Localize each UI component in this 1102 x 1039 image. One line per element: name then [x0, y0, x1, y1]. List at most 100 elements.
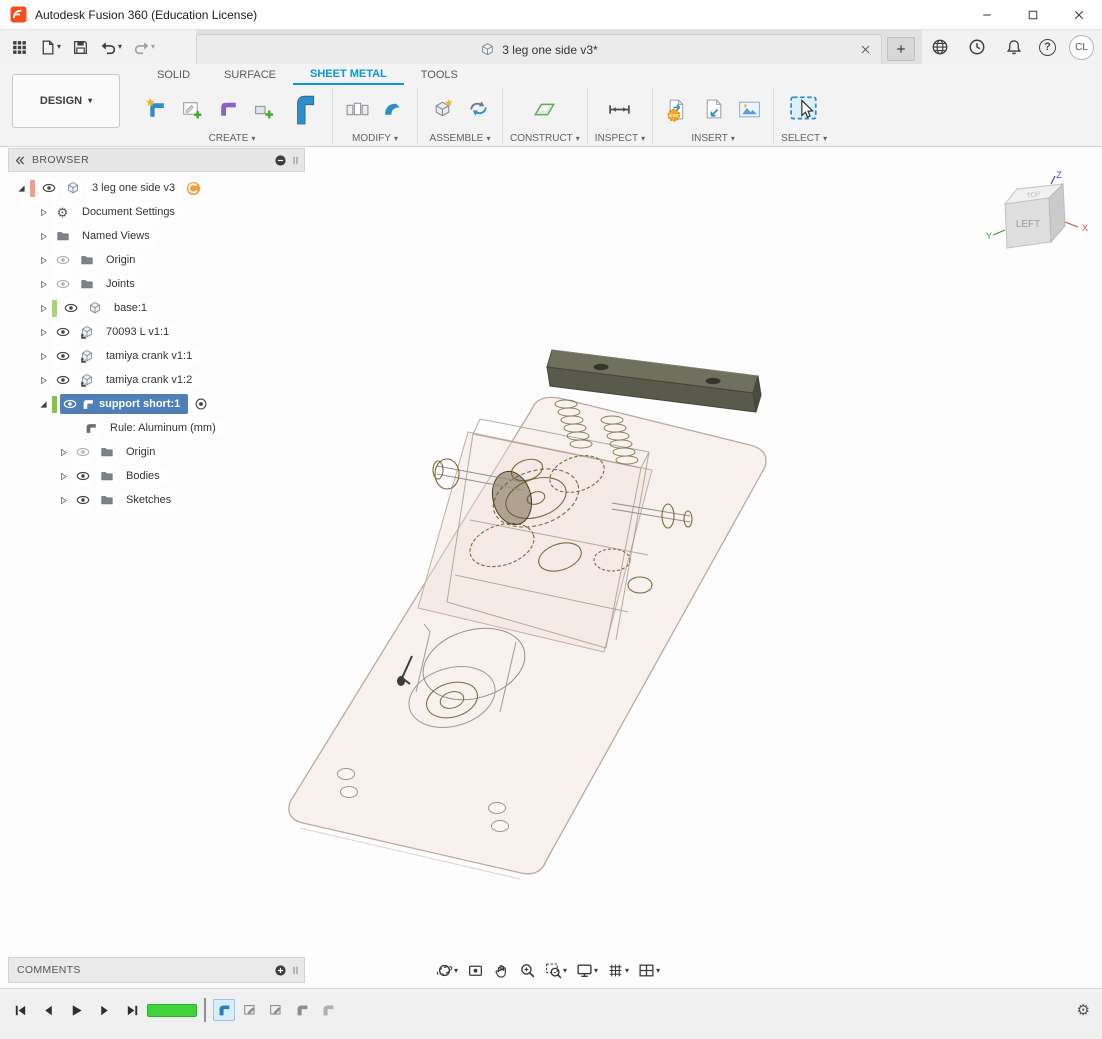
group-label-insert[interactable]: INSERT▾	[691, 133, 735, 144]
play-button[interactable]	[66, 1000, 86, 1020]
expand-arrow-icon[interactable]	[58, 495, 69, 506]
browser-item-origin-sub[interactable]: Origin	[8, 440, 222, 464]
expand-arrow-icon[interactable]	[58, 447, 69, 458]
visibility-toggle[interactable]	[72, 491, 93, 510]
panel-grip[interactable]	[289, 964, 302, 977]
expand-arrow-icon[interactable]	[38, 303, 49, 314]
expand-arrow-icon[interactable]	[38, 327, 49, 338]
expand-arrow-icon[interactable]	[38, 231, 49, 242]
collapse-panel-button[interactable]	[13, 154, 26, 167]
activate-component-radio[interactable]	[191, 395, 210, 414]
visibility-toggle[interactable]	[72, 467, 93, 486]
go-to-start-button[interactable]	[10, 1000, 30, 1020]
group-label-assemble[interactable]: ASSEMBLE▾	[430, 133, 491, 144]
new-tab-button[interactable]	[887, 37, 915, 61]
modify-flange-button[interactable]	[376, 89, 410, 129]
comments-panel[interactable]: COMMENTS	[8, 957, 305, 983]
browser-item-sketches[interactable]: Sketches	[8, 488, 222, 512]
notifications-button[interactable]	[1002, 34, 1026, 60]
visibility-toggle[interactable]	[52, 347, 73, 366]
browser-item-document-settings[interactable]: ⚙ Document Settings	[8, 200, 222, 224]
visibility-toggle[interactable]	[52, 275, 73, 294]
tab-sheet-metal[interactable]: SHEET METAL	[293, 64, 404, 85]
orbit-button[interactable]: ▾	[433, 959, 461, 983]
convert-to-sheet-metal-button[interactable]	[211, 89, 245, 129]
panel-grip[interactable]	[289, 154, 302, 167]
browser-item-bodies[interactable]: Bodies	[8, 464, 222, 488]
joint-button[interactable]	[461, 89, 495, 129]
job-status-button[interactable]	[965, 34, 989, 60]
viewcube[interactable]: TOP LEFT X Y Z	[985, 170, 1095, 265]
timeline-position-marker[interactable]	[204, 998, 206, 1022]
browser-item-tamiya-crank-2[interactable]: tamiya crank v1:2	[8, 368, 222, 392]
timeline-feature-flange-active[interactable]	[213, 999, 235, 1021]
unfold-button[interactable]	[340, 89, 374, 129]
app-grid-menu-button[interactable]	[8, 34, 31, 60]
viewports-button[interactable]: ▾	[635, 959, 663, 983]
browser-item-root-component[interactable]: 3 leg one side v3	[8, 176, 222, 200]
select-button[interactable]	[783, 86, 825, 132]
insert-decal-button[interactable]	[732, 89, 766, 129]
tab-surface[interactable]: SURFACE	[207, 64, 293, 85]
maximize-button[interactable]	[1010, 0, 1056, 29]
timeline-feature-sketch[interactable]	[265, 999, 287, 1021]
undo-button[interactable]: ▾	[97, 34, 125, 60]
help-button[interactable]: ?	[1039, 39, 1056, 56]
create-sketch-button[interactable]	[175, 89, 209, 129]
group-label-inspect[interactable]: INSPECT▾	[595, 133, 645, 144]
browser-item-support-short[interactable]: support short:1	[8, 392, 222, 416]
go-to-end-button[interactable]	[122, 1000, 142, 1020]
expand-arrow-icon[interactable]	[38, 207, 49, 218]
group-label-create[interactable]: CREATE▾	[209, 133, 256, 144]
expanded-arrow-icon[interactable]	[16, 183, 27, 194]
timeline-settings-button[interactable]: ⚙	[1077, 1001, 1090, 1019]
redo-button[interactable]: ▾	[130, 34, 158, 60]
insert-mesh-button[interactable]	[696, 89, 730, 129]
browser-item-sheet-metal-rule[interactable]: Rule: Aluminum (mm)	[8, 416, 222, 440]
construct-plane-button[interactable]	[528, 89, 562, 129]
workspace-selector[interactable]: DESIGN ▾	[12, 74, 120, 128]
expand-comments-button[interactable]	[274, 964, 287, 977]
expanded-arrow-icon[interactable]	[38, 399, 49, 410]
save-button[interactable]	[69, 34, 92, 60]
group-label-construct[interactable]: CONSTRUCT▾	[510, 133, 580, 144]
timeline-feature-sketch[interactable]	[239, 999, 261, 1021]
browser-item-70093[interactable]: 70093 L v1:1	[8, 320, 222, 344]
create-base-flange-button[interactable]	[247, 89, 281, 129]
file-menu-button[interactable]: ▾	[36, 34, 64, 60]
insert-svg-button[interactable]: SVG	[660, 89, 694, 129]
browser-item-tamiya-crank-1[interactable]: tamiya crank v1:1	[8, 344, 222, 368]
browser-item-base[interactable]: base:1	[8, 296, 222, 320]
tab-tools[interactable]: TOOLS	[404, 64, 475, 85]
selected-item-highlight[interactable]: support short:1	[60, 394, 188, 414]
close-button[interactable]	[1056, 0, 1102, 29]
visibility-toggle[interactable]	[72, 443, 93, 462]
expand-arrow-icon[interactable]	[58, 471, 69, 482]
flange-button-large[interactable]	[283, 86, 325, 132]
document-tab[interactable]: 3 leg one side v3*	[196, 34, 882, 64]
group-label-modify[interactable]: MODIFY▾	[352, 133, 398, 144]
look-at-button[interactable]	[464, 959, 487, 983]
timeline-track[interactable]	[147, 998, 339, 1022]
browser-item-named-views[interactable]: Named Views	[8, 224, 222, 248]
expand-arrow-icon[interactable]	[38, 375, 49, 386]
timeline-feature-flange[interactable]	[317, 999, 339, 1021]
browser-item-joints[interactable]: Joints	[8, 272, 222, 296]
eye-icon[interactable]	[63, 399, 77, 409]
expand-arrow-icon[interactable]	[38, 255, 49, 266]
timeline-progress-segment[interactable]	[147, 1004, 197, 1017]
visibility-toggle[interactable]	[52, 251, 73, 270]
visibility-toggle[interactable]	[52, 323, 73, 342]
visibility-toggle[interactable]	[38, 179, 59, 198]
new-component-button[interactable]	[425, 89, 459, 129]
visibility-toggle[interactable]	[52, 371, 73, 390]
extensions-button[interactable]	[928, 34, 952, 60]
zoom-button[interactable]	[516, 959, 539, 983]
measure-button[interactable]	[603, 89, 637, 129]
collapse-all-button[interactable]	[274, 154, 287, 167]
pan-button[interactable]	[490, 959, 513, 983]
user-avatar[interactable]: CL	[1069, 35, 1094, 60]
create-flange-button[interactable]	[139, 89, 173, 129]
visibility-toggle[interactable]	[60, 299, 81, 318]
expand-arrow-icon[interactable]	[38, 279, 49, 290]
